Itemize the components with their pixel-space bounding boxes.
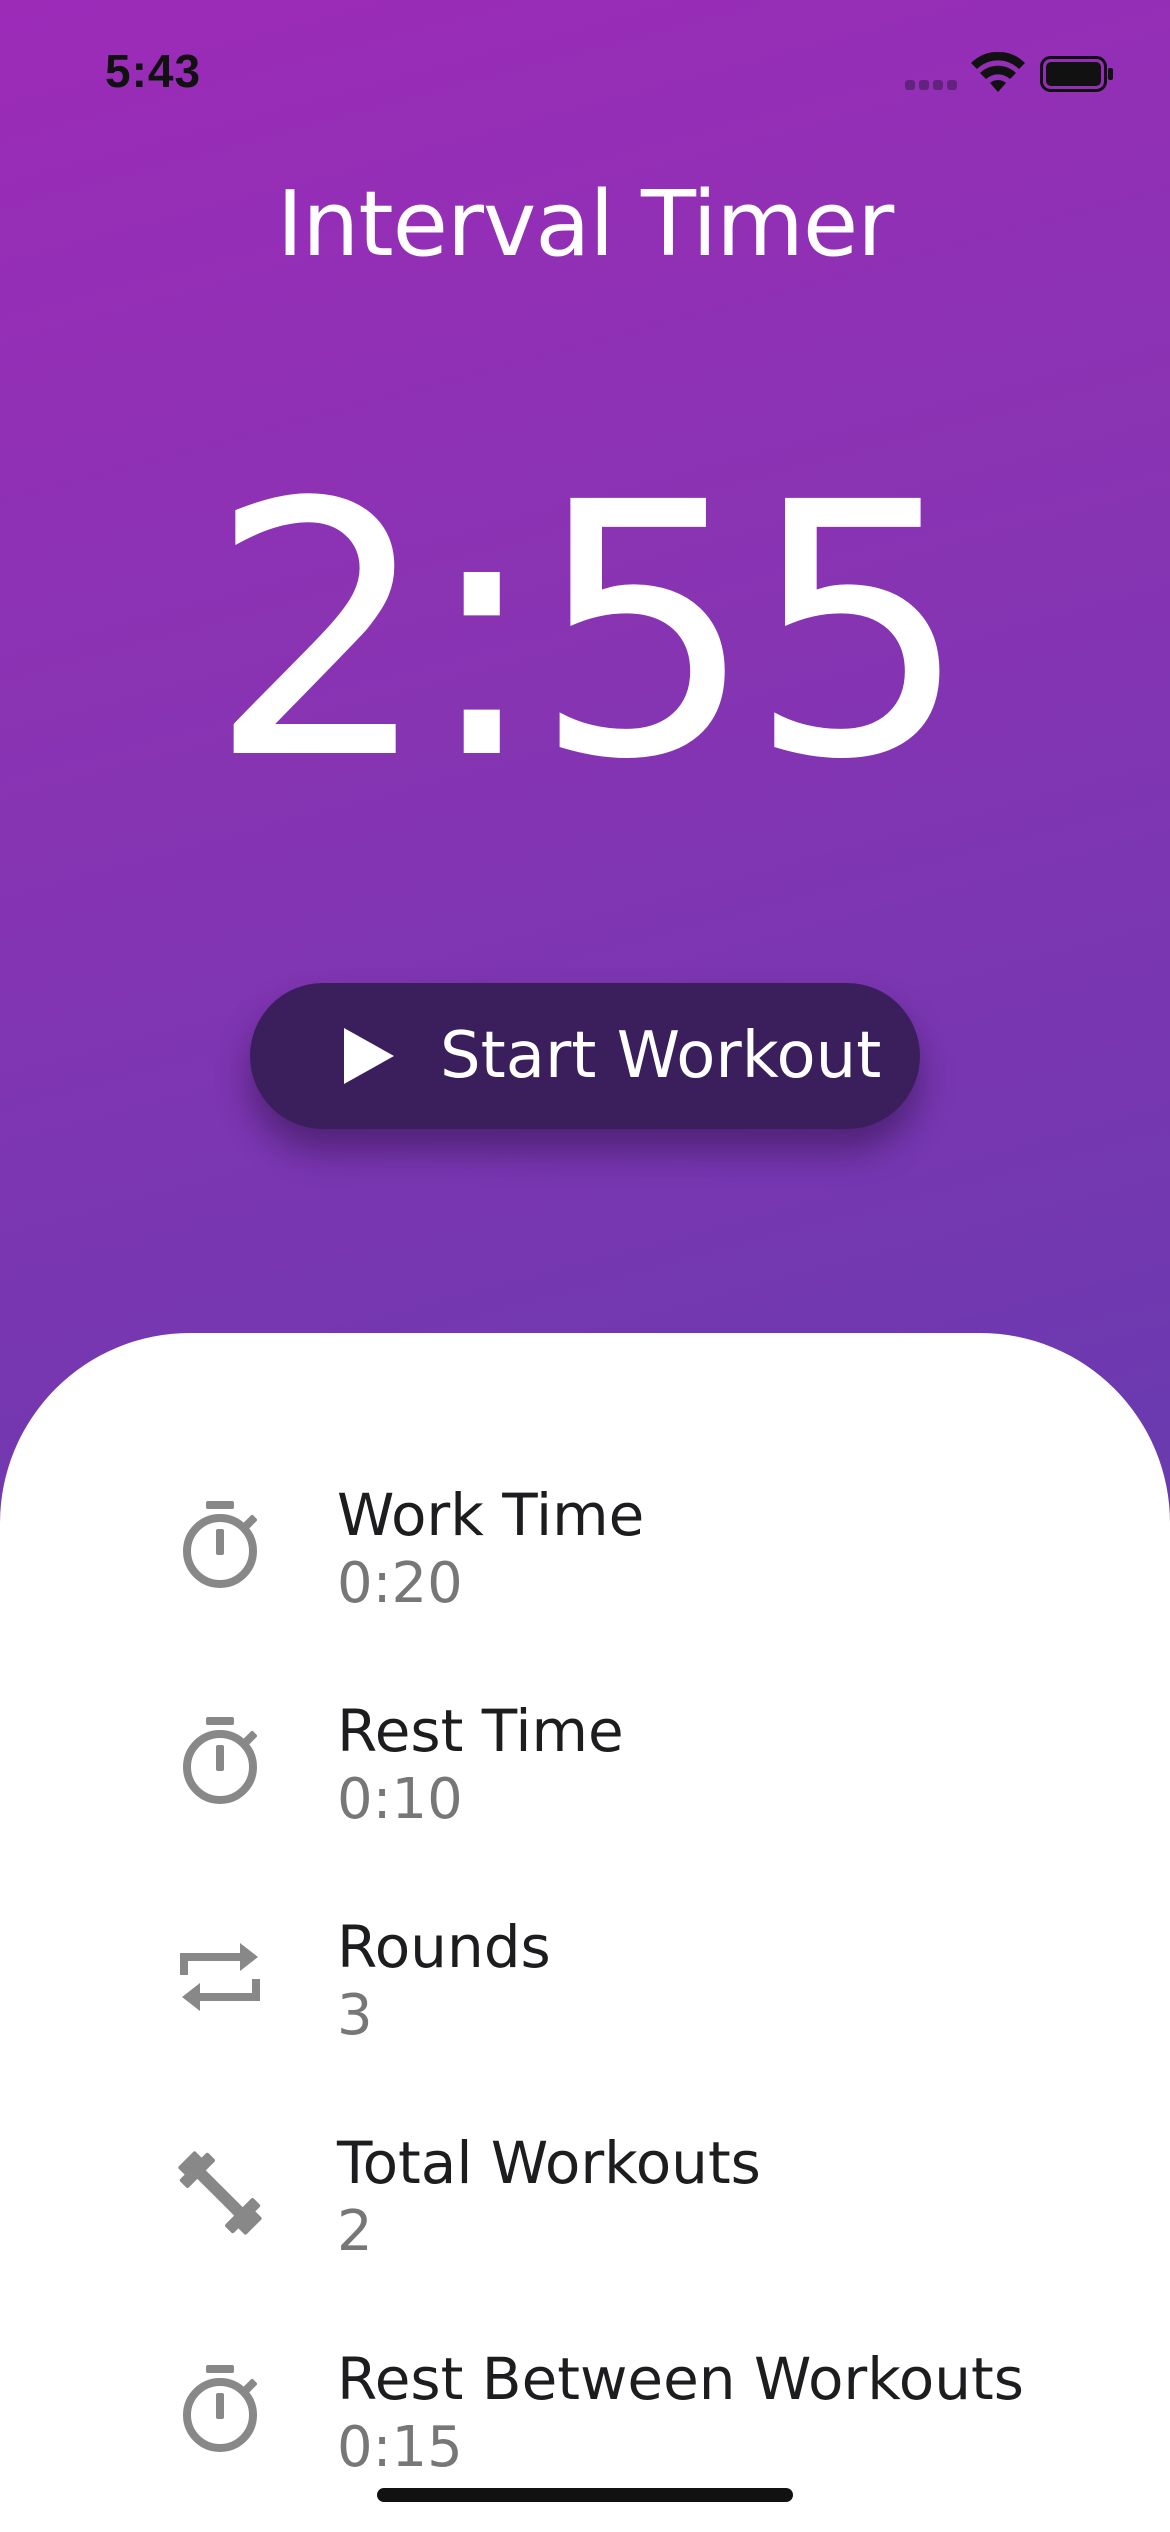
stopwatch-icon bbox=[183, 1501, 257, 1588]
stopwatch-icon bbox=[183, 1717, 257, 1804]
setting-value: 0:10 bbox=[337, 1767, 463, 1832]
dumbbell-icon bbox=[178, 2151, 262, 2235]
setting-row-work-time[interactable]: Work Time 0:20 bbox=[0, 1453, 1170, 1643]
start-workout-label: Start Workout bbox=[440, 1019, 882, 1093]
home-indicator[interactable] bbox=[377, 2488, 793, 2502]
repeat-icon bbox=[180, 1943, 260, 2011]
setting-value: 3 bbox=[337, 1983, 373, 2048]
play-icon bbox=[344, 1028, 394, 1084]
app-screen: 5:43 Interval Timer 2:55 Start Workout W… bbox=[0, 0, 1170, 2532]
setting-label: Rest Between Workouts bbox=[337, 2345, 1024, 2413]
setting-row-rest-between-workouts[interactable]: Rest Between Workouts 0:15 bbox=[0, 2317, 1170, 2507]
battery-icon bbox=[1040, 56, 1113, 92]
stopwatch-icon bbox=[183, 2365, 257, 2452]
setting-label: Rounds bbox=[337, 1913, 551, 1981]
setting-value: 2 bbox=[337, 2199, 373, 2264]
settings-card: Work Time 0:20 Rest Time 0:10 Rounds 3 T… bbox=[0, 1333, 1170, 2532]
wifi-icon bbox=[971, 52, 1025, 92]
status-bar: 5:43 bbox=[0, 0, 1170, 150]
page-title: Interval Timer bbox=[276, 172, 895, 277]
setting-label: Work Time bbox=[337, 1481, 645, 1549]
timer-display: 2:55 bbox=[208, 428, 970, 836]
setting-label: Total Workouts bbox=[337, 2129, 761, 2197]
setting-value: 0:15 bbox=[337, 2415, 463, 2480]
setting-row-rest-time[interactable]: Rest Time 0:10 bbox=[0, 1669, 1170, 1859]
cellular-signal-icon bbox=[905, 80, 959, 90]
setting-row-total-workouts[interactable]: Total Workouts 2 bbox=[0, 2101, 1170, 2291]
start-workout-button[interactable]: Start Workout bbox=[250, 983, 920, 1129]
setting-label: Rest Time bbox=[337, 1697, 624, 1765]
setting-row-rounds[interactable]: Rounds 3 bbox=[0, 1885, 1170, 2075]
status-time: 5:43 bbox=[105, 45, 202, 97]
setting-value: 0:20 bbox=[337, 1551, 463, 1616]
